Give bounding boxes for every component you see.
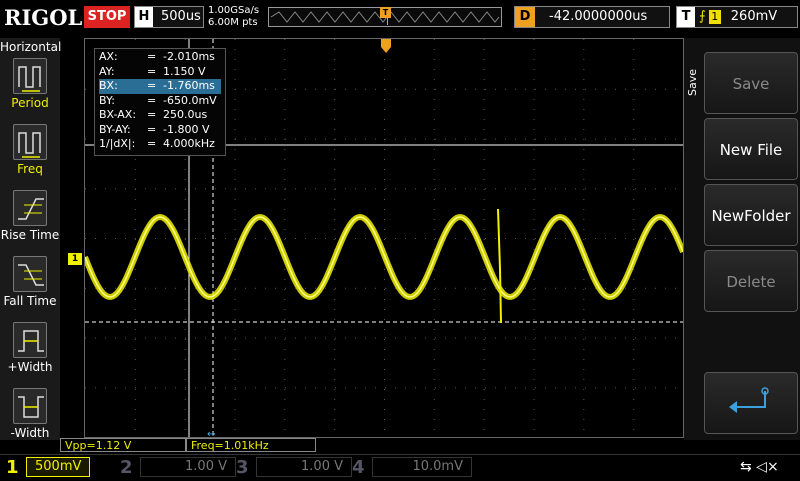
measure-rise-time[interactable]: Rise Time xyxy=(0,190,60,242)
measure-positive-width-label: +Width xyxy=(7,360,53,374)
negative-width-icon xyxy=(13,388,47,424)
channel-1-number: 1 xyxy=(6,457,19,478)
memory-depth: 6.00M pts xyxy=(208,17,258,28)
new-file-button[interactable]: New File xyxy=(704,118,798,180)
ch1-offset-marker[interactable]: 1 xyxy=(68,253,82,265)
channel-4-scale: 10.0mV xyxy=(372,457,472,477)
channel-4[interactable]: 4 10.0mV xyxy=(352,457,472,479)
cursor-row-invdx: 1/|dX|: = 4.000kHz xyxy=(99,137,221,152)
cursor-key: AY: xyxy=(99,64,115,78)
cursor-value: 1.150 V xyxy=(163,64,206,78)
measure-negative-width-label: -Width xyxy=(10,426,50,440)
cursor-row-dx: BX-AX: = 250.0us xyxy=(99,108,221,123)
measurement-menu: Horizontal Period Freq Rise Time Fall Ti… xyxy=(0,38,62,440)
freq-measurement[interactable]: Freq=1.01kHz xyxy=(186,438,316,452)
cursor-eq: = xyxy=(147,79,157,92)
period-icon xyxy=(13,58,47,94)
trigger-box[interactable]: T ⨍ 1 260mV xyxy=(676,6,798,28)
cursor-value: -650.0mV xyxy=(163,93,217,107)
horizontal-label: H xyxy=(135,7,153,27)
measure-period[interactable]: Period xyxy=(0,58,60,110)
channel-3-scale: 1.00 V xyxy=(256,457,352,477)
frequency-icon xyxy=(13,124,47,160)
cursor-row-bx[interactable]: BX: = -1.760ms xyxy=(99,79,221,94)
acquisition-info: 1.00GSa/s 6.00M pts xyxy=(208,5,259,29)
cursor-eq: = xyxy=(147,108,157,121)
cursor-eq: = xyxy=(147,64,157,78)
usb-icon: ⇆ ◁× xyxy=(740,459,779,475)
delay-value: -42.0000000us xyxy=(549,9,648,24)
run-stop-indicator[interactable]: STOP xyxy=(84,6,130,28)
cursor-value: -1.800 V xyxy=(163,122,210,136)
return-arrow-icon xyxy=(729,387,769,413)
delay-box[interactable]: D -42.0000000us xyxy=(514,6,670,28)
cursor-key: AX: xyxy=(99,50,118,63)
measure-positive-width[interactable]: +Width xyxy=(0,322,60,374)
cursor-key: BX: xyxy=(99,79,118,92)
save-menu: Save Save New File NewFolder Delete xyxy=(684,38,800,440)
trigger-level: 260mV xyxy=(730,9,778,24)
measure-fall-time[interactable]: Fall Time xyxy=(0,256,60,308)
measure-period-label: Period xyxy=(11,96,49,110)
measure-freq[interactable]: Freq xyxy=(0,124,60,176)
return-button[interactable] xyxy=(704,372,798,434)
channel-2-scale: 1.00 V xyxy=(140,457,236,477)
delete-button[interactable]: Delete xyxy=(704,250,798,312)
cursor-position-icon: ↔ xyxy=(207,429,215,437)
cursor-eq: = xyxy=(147,93,157,107)
new-folder-button[interactable]: NewFolder xyxy=(704,184,798,246)
channel-2-number: 2 xyxy=(120,457,133,478)
save-menu-title: Save xyxy=(686,68,699,96)
timebase-value: 500us xyxy=(161,9,201,24)
top-status-bar: RIGOL STOP H 500us 1.00GSa/s 6.00M pts T … xyxy=(0,0,800,38)
timebase-box[interactable]: H 500us xyxy=(134,6,204,28)
channel-3[interactable]: 3 1.00 V xyxy=(236,457,352,479)
channel-2[interactable]: 2 1.00 V xyxy=(120,457,236,479)
cursor-key: BY: xyxy=(99,93,115,107)
cursor-eq: = xyxy=(147,137,157,150)
rising-edge-icon: ⨍ xyxy=(699,9,706,24)
cursor-value: 4.000kHz xyxy=(163,137,215,150)
channel-1[interactable]: 1 500mV xyxy=(6,457,91,479)
cursor-row-by: BY: = -650.0mV xyxy=(99,94,221,109)
fall-time-icon xyxy=(13,256,47,292)
trigger-time-marker xyxy=(381,39,391,53)
sample-rate: 1.00GSa/s xyxy=(208,5,260,16)
brand-logo: RIGOL xyxy=(4,5,83,30)
measure-negative-width[interactable]: -Width xyxy=(0,388,60,440)
save-button[interactable]: Save xyxy=(704,52,798,114)
measure-fall-time-label: Fall Time xyxy=(3,294,57,308)
positive-width-icon xyxy=(13,322,47,358)
measure-freq-label: Freq xyxy=(17,162,43,176)
cursor-row-ax: AX: = -2.010ms xyxy=(99,50,221,65)
cursor-value: 250.0us xyxy=(163,108,208,121)
channel-1-scale: 500mV xyxy=(26,457,91,477)
cursor-row-ay: AY: = 1.150 V xyxy=(99,65,221,80)
channel-4-number: 4 xyxy=(352,457,365,478)
cursor-key: BY-AY: xyxy=(99,122,131,136)
delay-label: D xyxy=(515,7,535,27)
cursor-key: BX-AX: xyxy=(99,108,137,121)
cursor-key: 1/|dX|: xyxy=(99,137,136,150)
ch1-glitch xyxy=(497,208,502,324)
measure-rise-time-label: Rise Time xyxy=(0,228,60,242)
cursor-row-dy: BY-AY: = -1.800 V xyxy=(99,123,221,138)
trigger-position-marker: T xyxy=(380,7,391,18)
channel-bar: 1 500mV 2 1.00 V 3 1.00 V 4 10.0mV ⇆ ◁× xyxy=(0,454,800,480)
cursor-value: -2.010ms xyxy=(163,50,215,63)
vpp-measurement[interactable]: Vpp=1.12 V xyxy=(60,438,186,452)
rise-time-icon xyxy=(13,190,47,226)
trigger-label: T xyxy=(677,7,695,27)
cursor-eq: = xyxy=(147,50,157,63)
trigger-source: 1 xyxy=(708,9,721,24)
cursor-readout-panel: AX: = -2.010ms AY: = 1.150 V BX: = -1.760ms BY… xyxy=(94,48,226,156)
cursor-value: -1.760ms xyxy=(163,79,215,92)
channel-3-number: 3 xyxy=(236,457,249,478)
cursor-eq: = xyxy=(147,122,157,136)
menu-title: Horizontal xyxy=(0,40,62,54)
